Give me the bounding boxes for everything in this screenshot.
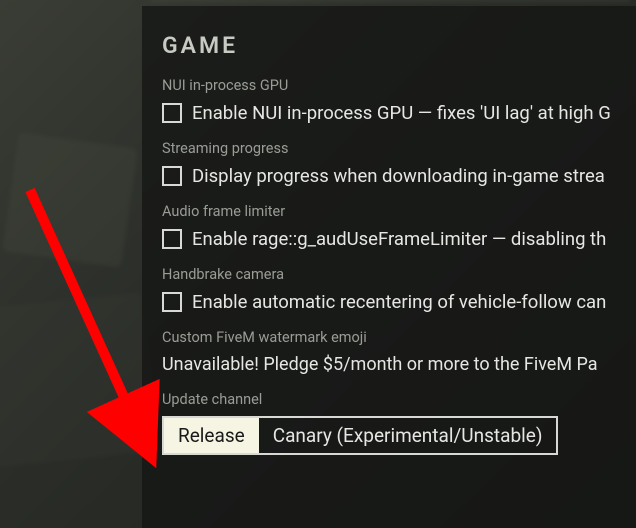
setting-text-unavailable: Unavailable! Pledge $5/month or more to … [162, 354, 598, 375]
setting-watermark-emoji: Custom FiveM watermark emoji Unavailable… [162, 329, 636, 375]
settings-panel: GAME NUI in-process GPU Enable NUI in-pr… [142, 6, 636, 528]
setting-text: Display progress when downloading in-gam… [192, 165, 605, 187]
setting-text: Enable automatic recentering of vehicle-… [192, 291, 606, 313]
setting-audio-frame-limiter: Audio frame limiter Enable rage::g_audUs… [162, 203, 636, 250]
setting-nui-gpu: NUI in-process GPU Enable NUI in-process… [162, 77, 636, 124]
checkbox-handbrake-camera[interactable] [162, 292, 182, 312]
update-channel-segmented: Release Canary (Experimental/Unstable) [162, 416, 558, 455]
setting-update-channel: Update channel Release Canary (Experimen… [162, 391, 636, 455]
setting-label: Custom FiveM watermark emoji [162, 329, 636, 346]
setting-label: Streaming progress [162, 140, 636, 157]
checkbox-streaming-progress[interactable] [162, 166, 182, 186]
section-title: GAME [162, 32, 636, 59]
setting-text: Enable NUI in-process GPU — fixes 'UI la… [192, 102, 611, 124]
setting-text: Enable rage::g_audUseFrameLimiter — disa… [192, 228, 606, 250]
setting-handbrake-camera: Handbrake camera Enable automatic recent… [162, 266, 636, 313]
setting-streaming-progress: Streaming progress Display progress when… [162, 140, 636, 187]
update-channel-release[interactable]: Release [164, 418, 259, 453]
checkbox-audio-frame-limiter[interactable] [162, 229, 182, 249]
setting-label: Audio frame limiter [162, 203, 636, 220]
setting-label: Update channel [162, 391, 636, 408]
setting-label: NUI in-process GPU [162, 77, 636, 94]
checkbox-nui-gpu[interactable] [162, 103, 182, 123]
update-channel-canary[interactable]: Canary (Experimental/Unstable) [259, 418, 557, 453]
setting-label: Handbrake camera [162, 266, 636, 283]
